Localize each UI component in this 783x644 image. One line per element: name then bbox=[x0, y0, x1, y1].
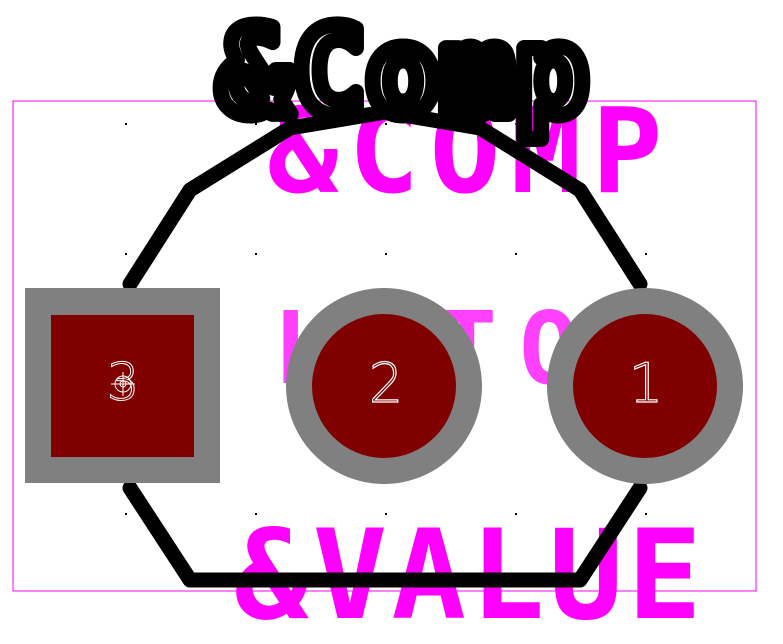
silkscreen-reference-text: &Comp bbox=[218, 4, 589, 143]
pad-2[interactable]: 2 bbox=[286, 288, 482, 484]
pad-1[interactable]: 1 bbox=[547, 288, 743, 484]
pad-1-number: 1 bbox=[629, 352, 663, 415]
pad-2-number: 2 bbox=[369, 352, 403, 415]
footprint-canvas: &COMP L8TO2 &VALUE 3 2 1 &Comp bbox=[0, 0, 783, 644]
pad-3[interactable]: 3 bbox=[25, 288, 220, 483]
pad-3-number: 3 bbox=[106, 353, 139, 413]
